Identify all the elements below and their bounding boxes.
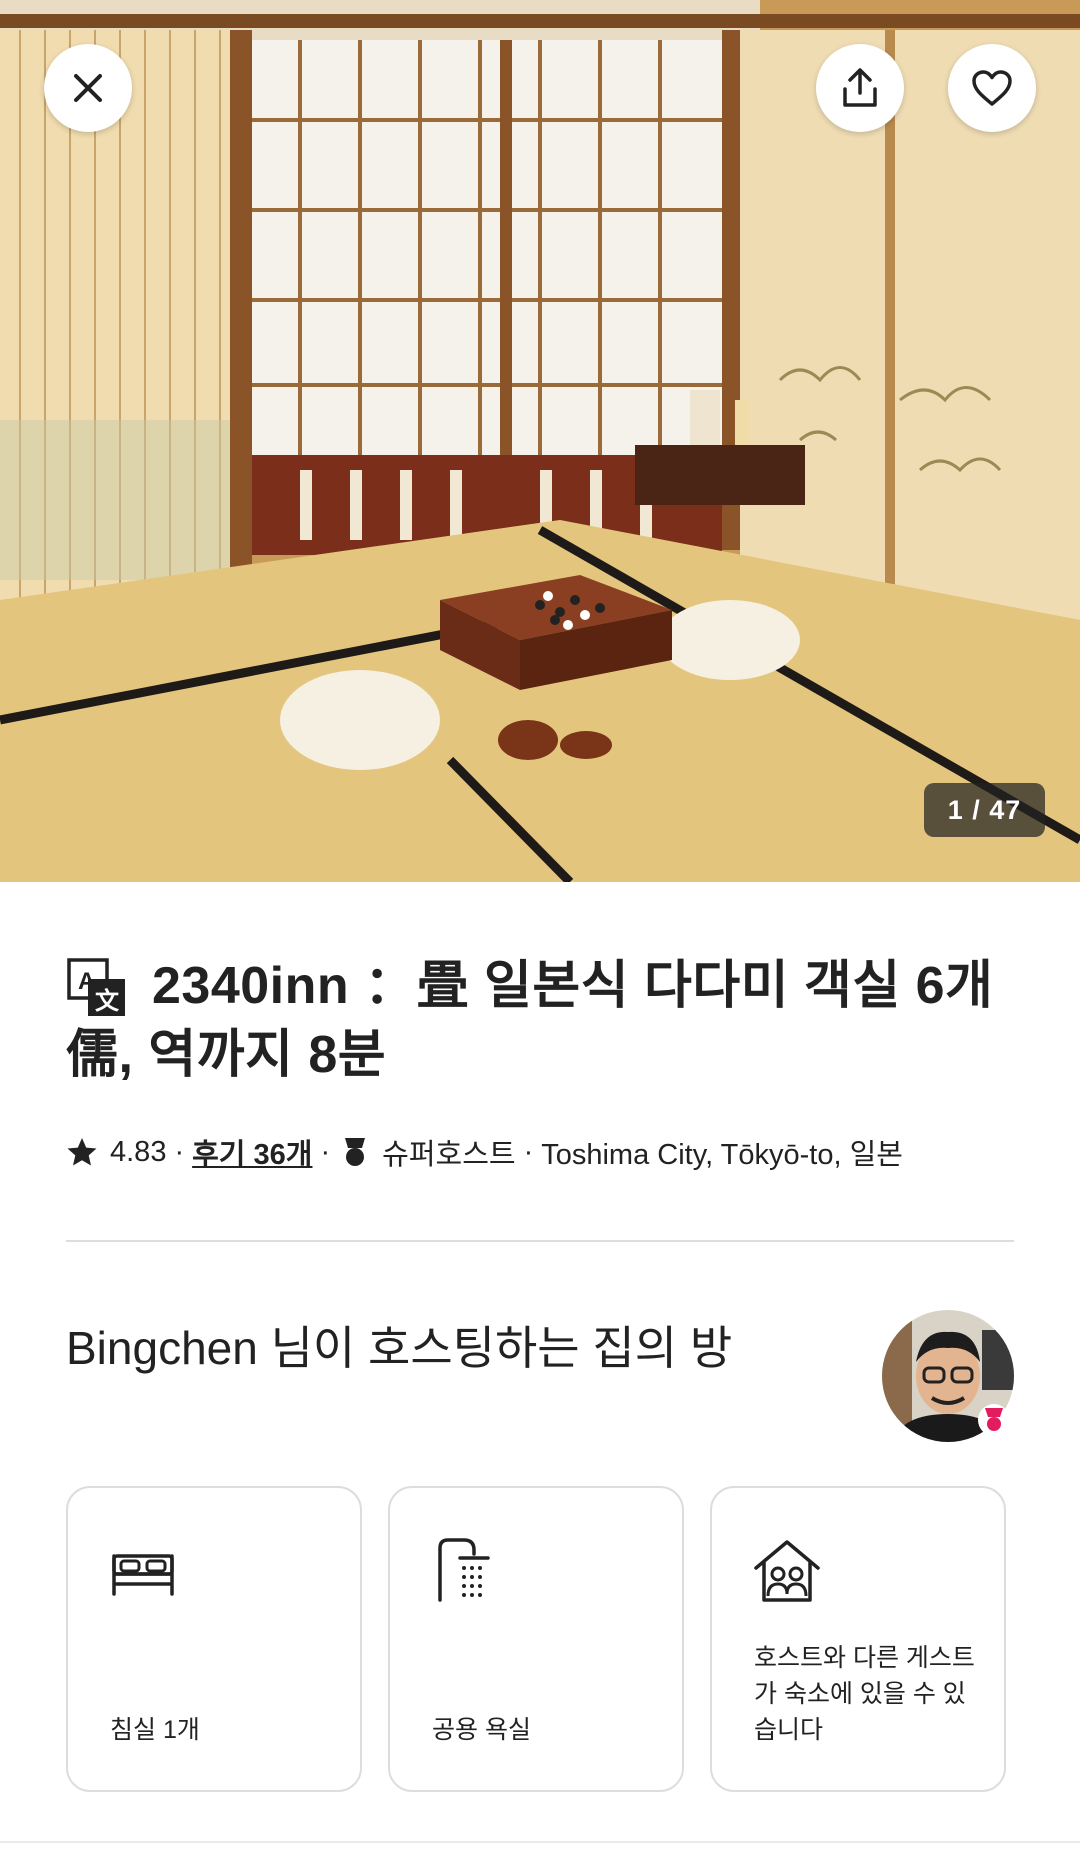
superhost-badge-icon [978, 1404, 1010, 1436]
svg-text:文: 文 [95, 987, 120, 1015]
share-icon [843, 68, 877, 107]
listing-meta: 4.83 · 후기 36개 · 슈퍼호스트 · Toshima City, Tō… [66, 1130, 903, 1174]
translate-icon[interactable]: A 文 [66, 957, 128, 1019]
feature-card-shared-home: 호스트와 다른 게스트가 숙소에 있을 수 있습니다 [710, 1486, 1006, 1792]
listing-title: 2340inn ：畳 일본식 다다미 객실 6개儒, 역까지 8분 [66, 957, 994, 1084]
listing-photo[interactable]: 1 / 47 [0, 0, 1080, 882]
heart-icon [972, 70, 1012, 106]
share-button[interactable] [816, 44, 904, 132]
feature-card-bedroom: 침실 1개 [66, 1486, 362, 1792]
shower-icon [438, 1538, 490, 1602]
feature-label: 공용 욕실 [432, 1716, 531, 1744]
reviews-link[interactable]: 후기 36개 [192, 1131, 312, 1173]
host-avatar[interactable] [882, 1310, 1014, 1442]
feature-card-bathroom: 공용 욕실 [388, 1486, 684, 1792]
feature-label: 호스트와 다른 게스트가 숙소에 있을 수 있습니다 [754, 1644, 975, 1744]
close-icon [74, 74, 102, 102]
star-icon [67, 1138, 97, 1166]
photo-image [0, 0, 1080, 882]
divider [66, 1240, 1014, 1242]
separator-dot: · [320, 1135, 331, 1168]
save-button[interactable] [948, 44, 1036, 132]
photo-counter: 1 / 47 [924, 783, 1045, 837]
separator-dot: · [523, 1135, 534, 1168]
host-title: Bingchen 님이 호스팅하는 집의 방 [66, 1322, 733, 1374]
feature-label: 침실 1개 [110, 1716, 200, 1744]
superhost-icon [345, 1138, 366, 1166]
superhost-label: 슈퍼호스트 [382, 1139, 516, 1171]
shared-home-icon [754, 1540, 820, 1602]
divider [0, 1841, 1080, 1843]
separator-dot: · [174, 1135, 185, 1168]
bed-icon [112, 1554, 174, 1596]
rating-value: 4.83 [110, 1135, 167, 1168]
listing-title-block: A 文 2340inn ：畳 일본식 다다미 객실 6개儒, 역까지 8분 [66, 952, 1026, 1090]
location-text: Toshima City, Tōkyō-to, 일본 [541, 1139, 903, 1171]
close-button[interactable] [44, 44, 132, 132]
